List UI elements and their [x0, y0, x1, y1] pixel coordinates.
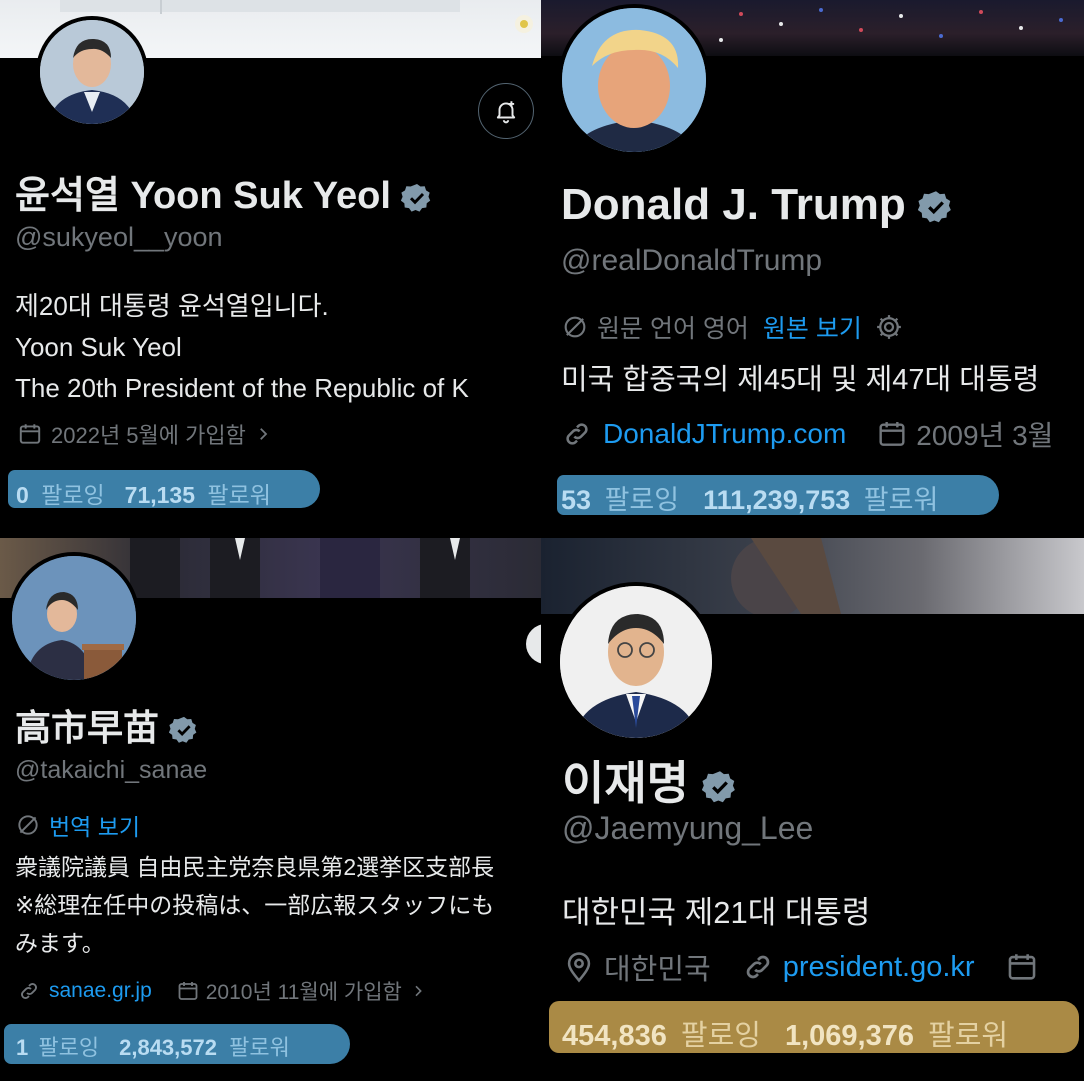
bio: 衆議院議員 自由民主党奈良県第2選挙区支部長 ※総理在任中の投稿は、一部広報スタ…	[15, 848, 494, 962]
translate-link[interactable]: 번역 보기	[49, 808, 140, 842]
profile-action-button[interactable]	[526, 624, 541, 664]
following-count: 454,836	[562, 1020, 667, 1052]
view-original-link[interactable]: 원본 보기	[763, 309, 862, 345]
followers-count: 2,843,572	[119, 1035, 217, 1060]
profile-takaichi: 高市早苗 @takaichi_sanae 번역 보기 衆議院議員 自由民主党奈良…	[0, 538, 541, 1081]
website-link[interactable]: president.go.kr	[783, 951, 975, 984]
joined-date[interactable]: 2022년 5월에 가입함	[17, 418, 272, 450]
profile-yoon: 윤석열 Yoon Suk Yeol @sukyeol__yoon 제20대 대통…	[0, 0, 541, 538]
bio-line: ※総理在任中の投稿は、一部広報スタッフにも	[15, 892, 495, 918]
followers-link[interactable]: 1,069,376 팔로워	[785, 1012, 1008, 1054]
followers-label: 팔로워	[229, 1035, 290, 1060]
link-icon	[566, 423, 588, 445]
following-count: 0	[16, 482, 29, 508]
joined-text: 2009년 3월	[916, 420, 1054, 451]
followers-label: 팔로워	[207, 482, 271, 508]
profile-meta: sanae.gr.jp 2010년 11월에 가입함	[17, 976, 426, 1006]
display-name-text: 윤석열 Yoon Suk Yeol	[15, 175, 391, 217]
following-label: 팔로잉	[38, 1035, 100, 1060]
avatar[interactable]	[558, 4, 710, 156]
translate-icon	[18, 815, 38, 835]
follow-stats: 53 팔로잉 111,239,753 팔로워	[561, 478, 938, 517]
translation-bar: 번역 보기	[15, 808, 140, 842]
following-label: 팔로잉	[680, 1020, 761, 1052]
link-icon	[21, 983, 37, 999]
profile-trump: Donald J. Trump @realDonaldTrump 원문 언어 영…	[541, 0, 1084, 538]
handle: @Jaemyung_Lee	[562, 810, 814, 846]
bio-line: Yoon Suk Yeol	[15, 332, 182, 362]
followers-label: 팔로워	[928, 1020, 1009, 1052]
translate-icon	[564, 316, 586, 338]
bio-line: The 20th President of the Republic of K	[15, 373, 469, 403]
following-label: 팔로잉	[604, 485, 680, 515]
verified-badge-icon	[169, 717, 197, 744]
display-name-text: 高市早苗	[15, 707, 160, 748]
bio: 대한민국 제21대 대통령	[562, 895, 871, 930]
chevron-right-icon	[415, 985, 422, 997]
display-name: Donald J. Trump	[561, 180, 954, 230]
translation-bar: 원문 언어 영어 원본 보기	[561, 309, 904, 345]
following-link[interactable]: 0 팔로잉	[16, 476, 105, 510]
display-name: 윤석열 Yoon Suk Yeol	[15, 164, 433, 219]
handle: @realDonaldTrump	[561, 244, 823, 277]
avatar-photo	[12, 556, 136, 680]
notification-bell-button[interactable]	[478, 83, 534, 139]
follow-stats: 1 팔로잉 2,843,572 팔로워	[16, 1030, 290, 1062]
followers-link[interactable]: 111,239,753 팔로워	[703, 478, 938, 517]
followers-link[interactable]: 2,843,572 팔로워	[119, 1030, 290, 1062]
following-label: 팔로잉	[41, 482, 105, 508]
avatar[interactable]	[36, 16, 148, 128]
profile-lee: 이재명 @Jaemyung_Lee 대한민국 제21대 대통령 대한민국 pre…	[541, 538, 1084, 1081]
calendar-icon	[19, 424, 41, 444]
follow-stats: 0 팔로잉 71,135 팔로워	[16, 476, 271, 510]
website-link[interactable]: sanae.gr.jp	[49, 979, 152, 1003]
verified-badge-icon	[917, 191, 951, 223]
gear-icon[interactable]	[874, 312, 904, 342]
location-text: 대한민국	[604, 954, 711, 986]
notification-bell-icon	[496, 101, 516, 124]
calendar-icon	[178, 982, 198, 1000]
following-count: 53	[561, 485, 592, 515]
bio: 제20대 대통령 윤석열입니다. Yoon Suk Yeol The 20th …	[15, 286, 469, 409]
website-link[interactable]: DonaldJTrump.com	[603, 418, 846, 450]
following-count: 1	[16, 1035, 29, 1060]
handle: @takaichi_sanae	[15, 756, 208, 784]
display-name-text: 이재명	[562, 757, 689, 809]
handle: @sukyeol__yoon	[15, 222, 223, 252]
calendar-icon	[1008, 954, 1035, 980]
verified-badge-icon	[401, 183, 431, 212]
followers-count: 111,239,753	[703, 485, 851, 515]
verified-badge-icon	[701, 771, 735, 803]
followers-label: 팔로워	[863, 485, 939, 515]
display-name: 高市早苗	[15, 699, 199, 751]
joined-text: 2022년 5월에 가입함	[51, 423, 246, 448]
profile-meta: 대한민국 president.go.kr	[562, 946, 1039, 988]
avatar-photo	[40, 20, 144, 124]
location-pin-icon	[567, 952, 591, 983]
bio-line: 衆議院議員 自由民主党奈良県第2選挙区支部長	[15, 854, 495, 880]
joined-text[interactable]: 2010년 11월에 가입함	[206, 976, 402, 1006]
calendar-icon	[879, 422, 905, 446]
avatar-photo	[562, 8, 706, 152]
followers-link[interactable]: 71,135 팔로워	[125, 476, 271, 510]
bio-line: 제20대 대통령 윤석열입니다.	[15, 291, 329, 321]
following-link[interactable]: 53 팔로잉	[561, 478, 679, 517]
translation-note: 원문 언어 영어	[597, 315, 749, 343]
display-name: 이재명	[562, 747, 738, 813]
link-icon	[746, 955, 770, 979]
bio-line: みます。	[15, 930, 105, 956]
avatar-photo	[560, 586, 712, 738]
following-link[interactable]: 454,836 팔로잉	[562, 1012, 761, 1054]
followers-count: 1,069,376	[784, 1020, 914, 1052]
chevron-right-icon	[259, 428, 268, 440]
bio: 미국 합중국의 제45대 및 제47대 대통령	[561, 364, 1040, 396]
follow-stats: 454,836 팔로잉 1,069,376 팔로워	[562, 1012, 1008, 1054]
avatar[interactable]	[556, 582, 716, 742]
following-link[interactable]: 1 팔로잉	[16, 1030, 99, 1062]
profile-meta: DonaldJTrump.com 2009년 3월	[561, 414, 1053, 454]
display-name-text: Donald J. Trump	[561, 180, 906, 229]
followers-count: 71,135	[124, 482, 196, 508]
avatar[interactable]	[8, 552, 140, 684]
